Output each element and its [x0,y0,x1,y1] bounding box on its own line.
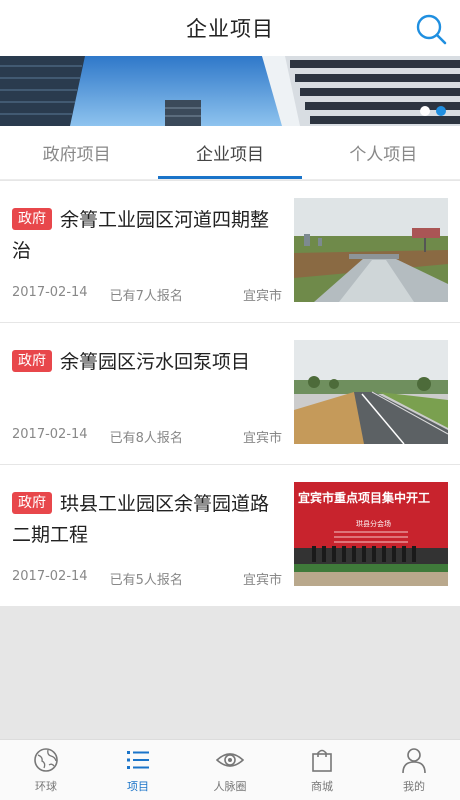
status-badge: 政府 [12,350,52,372]
category-tabs: 政府项目 企业项目 个人项目 [0,126,460,180]
project-card[interactable]: 政府 余箐工业园区河道四期整治 2017-02-14 已有7人报名 宜宾市 [0,181,460,323]
shopping-bag-icon [312,749,332,772]
tab-government-projects[interactable]: 政府项目 [0,126,153,179]
project-meta: 2017-02-14 已有5人报名 宜宾市 [12,569,282,588]
status-badge: 政府 [12,492,52,514]
tab-personal-projects[interactable]: 个人项目 [307,126,460,179]
carousel-dots [420,106,446,116]
project-list: 政府 余箐工业园区河道四期整治 2017-02-14 已有7人报名 宜宾市 政府余… [0,181,460,607]
project-card[interactable]: 政府 余箐园区污水回泵项目 2017-02-14 已有8人报名 宜宾市 [0,323,460,465]
project-card[interactable]: 政府 珙县工业园区余箐园道路二期工程 2017-02-14 已有5人报名 宜宾市 … [0,465,460,607]
project-title-block: 政府 余箐园区污水回泵项目 [12,347,284,378]
project-date: 2017-02-14 [12,569,88,584]
project-title-block: 政府 珙县工业园区余箐园道路二期工程 [12,489,284,551]
project-signups: 已有8人报名 [109,431,183,446]
project-meta: 2017-02-14 已有8人报名 宜宾市 [12,427,282,446]
project-date: 2017-02-14 [12,427,88,442]
banner-image [0,56,460,126]
project-signups: 已有5人报名 [109,573,183,588]
project-title-block: 政府 余箐工业园区河道四期整治 [12,205,284,267]
nav-item-mall[interactable]: 商城 [276,740,368,800]
project-meta: 2017-02-14 已有7人报名 宜宾市 [12,285,282,304]
project-date: 2017-02-14 [12,285,88,300]
project-city: 宜宾市 [242,431,282,446]
nav-item-projects[interactable]: 项目 [92,740,184,800]
list-icon [127,751,149,769]
project-thumbnail: 宜宾市重点项目集中开工 珙县分会场 [294,482,448,586]
project-thumbnail [294,198,448,302]
project-city: 宜宾市 [242,573,282,588]
app-header: 企业项目 [0,0,460,56]
project-title: 余箐园区污水回泵项目 [60,351,251,373]
project-city: 宜宾市 [242,289,282,304]
nav-label-globe: 环球 [35,780,57,793]
banner-carousel[interactable] [0,56,460,126]
nav-item-me[interactable]: 我的 [368,740,460,800]
nav-item-globe[interactable]: 环球 [0,740,92,800]
nav-item-network[interactable]: 人脉圈 [184,740,276,800]
nav-label-projects: 项目 [127,780,149,793]
project-thumbnail [294,340,448,444]
bottom-navigation: 环球 项目 人脉圈 商城 我的 [0,739,460,800]
tab-enterprise-projects[interactable]: 企业项目 [153,126,306,179]
eye-icon [216,753,244,767]
nav-label-network: 人脉圈 [213,780,247,793]
thumbnail-subtitle: 珙县分会场 [356,519,391,528]
carousel-dot-2[interactable] [436,106,446,116]
carousel-dot-1[interactable] [420,106,430,116]
user-icon [402,748,426,774]
search-icon[interactable] [414,12,448,46]
page-title: 企业项目 [186,17,274,41]
nav-label-mall: 商城 [311,780,333,793]
globe-icon [34,748,58,772]
project-signups: 已有7人报名 [109,289,183,304]
status-badge: 政府 [12,208,52,230]
thumbnail-headline: 宜宾市重点项目集中开工 [298,490,430,505]
nav-label-me: 我的 [403,780,425,793]
